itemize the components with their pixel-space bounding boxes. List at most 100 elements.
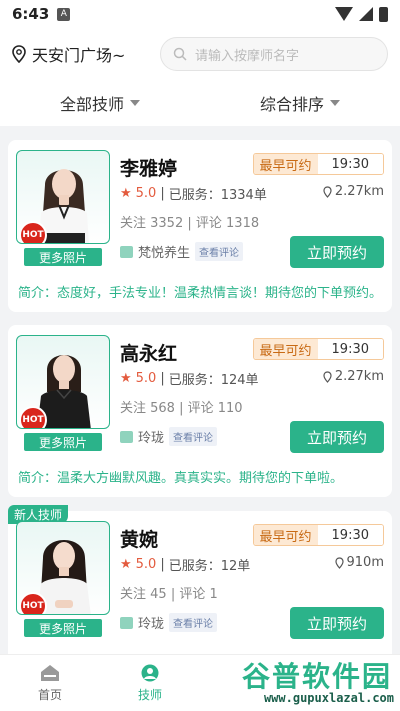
location-selector[interactable]: 天安门广场~ — [12, 42, 125, 66]
signal-icon — [359, 7, 373, 21]
filter-bar: 全部技师 综合排序 — [0, 80, 400, 126]
earliest-label: 最早可约 — [253, 339, 318, 359]
filter-all-technicians[interactable]: 全部技师 — [60, 91, 140, 115]
more-photos-button[interactable]: 更多照片 — [24, 433, 102, 451]
shop-row: 玲珑 查看评论 — [120, 427, 218, 446]
shop-row: 玲珑 查看评论 — [120, 613, 218, 632]
shop-name: 玲珑 — [138, 617, 165, 632]
book-now-button[interactable]: 立即预约 — [290, 607, 384, 639]
shop-row: 梵悦养生 查看评论 — [120, 242, 244, 261]
rating-value: 5.0 — [135, 557, 157, 572]
technician-intro: 简介：态度好，手法专业！温柔热情言谈！期待您的下单预约。 — [18, 286, 383, 301]
hot-badge: HOT — [19, 592, 47, 614]
hot-badge: HOT — [19, 221, 47, 243]
separator: | — [179, 401, 184, 416]
filter-label: 综合排序 — [259, 95, 324, 114]
status-bar: 6:43 A — [0, 0, 400, 28]
earliest-time: 19:30 — [317, 525, 383, 545]
technician-icon — [141, 664, 159, 681]
tab-technicians[interactable]: 技师 — [100, 655, 200, 711]
filter-label: 全部技师 — [59, 95, 124, 114]
watermark-title: 谷普软件园 — [241, 660, 392, 693]
view-reviews-link[interactable]: 查看评论 — [169, 613, 218, 632]
site-watermark: 谷普软件园 www.gupuxlazal.com — [208, 655, 394, 709]
earliest-label: 最早可约 — [253, 525, 318, 545]
rating-row: ★ 5.0 | 已服务：1334单 — [120, 184, 267, 203]
rating-row: ★ 5.0 | 已服务：124单 — [120, 369, 259, 388]
search-icon — [173, 47, 187, 61]
earliest-available: 最早可约 19:30 — [252, 153, 384, 175]
technician-photo[interactable]: HOT — [16, 335, 110, 429]
stats-row: 关注 3352 | 评论 1318 — [120, 212, 259, 231]
home-icon — [41, 664, 59, 681]
view-reviews-link[interactable]: 查看评论 — [169, 427, 218, 446]
battery-icon — [379, 6, 388, 22]
separator: | — [160, 186, 165, 201]
distance: 2.27km — [323, 184, 384, 199]
caret-down-icon — [330, 100, 340, 106]
technician-intro: 简介：温柔大方幽默风趣。真真实实。期待您的下单啦。 — [18, 471, 344, 486]
comment-count: 评论 110 — [187, 401, 243, 416]
technician-card[interactable]: HOT 更多照片 高永红 最早可约 19:30 ★ 5.0 | 已服务：124单… — [8, 325, 392, 497]
rating-row: ★ 5.0 | 已服务：12单 — [120, 555, 250, 574]
filter-sort[interactable]: 综合排序 — [260, 91, 340, 115]
served-count: 已服务：12单 — [168, 559, 251, 574]
distance-value: 910m — [346, 555, 384, 570]
more-photos-button[interactable]: 更多照片 — [24, 619, 102, 637]
comment-count: 评论 1 — [179, 587, 218, 602]
separator: | — [187, 216, 192, 231]
follow-count: 关注 3352 — [120, 216, 184, 231]
star-icon: ★ — [120, 371, 132, 386]
location-pin-icon — [12, 45, 26, 63]
book-now-button[interactable]: 立即预约 — [290, 421, 384, 453]
location-pin-icon — [323, 370, 332, 383]
technician-photo[interactable]: HOT — [16, 521, 110, 615]
search-input[interactable]: 请输入按摩师名字 — [160, 37, 388, 71]
earliest-time: 19:30 — [317, 339, 383, 359]
shop-icon — [120, 430, 133, 443]
technician-photo[interactable]: HOT — [16, 150, 110, 244]
shop-name: 梵悦养生 — [138, 246, 191, 261]
tab-home[interactable]: 首页 — [0, 655, 100, 711]
location-pin-icon — [334, 556, 344, 569]
comment-count: 评论 1318 — [195, 216, 260, 231]
book-now-button[interactable]: 立即预约 — [290, 236, 384, 268]
shop-name: 玲珑 — [138, 431, 165, 446]
distance: 2.27km — [323, 369, 384, 384]
earliest-time: 19:30 — [317, 154, 383, 174]
served-count: 已服务：1334单 — [168, 188, 267, 203]
caret-down-icon — [130, 100, 140, 106]
star-icon: ★ — [120, 186, 132, 201]
follow-count: 关注 568 — [120, 401, 175, 416]
separator: | — [160, 557, 165, 572]
stats-row: 关注 45 | 评论 1 — [120, 583, 218, 602]
separator: | — [170, 587, 176, 602]
stats-row: 关注 568 | 评论 110 — [120, 397, 243, 416]
technician-card[interactable]: HOT 更多照片 李雅婷 最早可约 19:30 ★ 5.0 | 已服务：1334… — [8, 140, 392, 312]
technician-name: 高永红 — [120, 343, 178, 365]
separator: | — [160, 371, 165, 386]
distance: 910m — [334, 555, 384, 570]
distance-value: 2.27km — [334, 369, 384, 384]
top-bar: 天安门广场~ 请输入按摩师名字 — [0, 28, 400, 80]
location-text: 天安门广场~ — [32, 46, 126, 65]
technician-card[interactable]: 新人技师 HOT 更多照片 黄婉 最早可约 19:30 ★ 5.0 | 已服务：… — [8, 505, 392, 654]
earliest-available: 最早可约 19:30 — [252, 338, 384, 360]
view-reviews-link[interactable]: 查看评论 — [195, 242, 244, 261]
hot-badge: HOT — [19, 406, 47, 428]
technician-name: 李雅婷 — [120, 158, 178, 180]
search-placeholder: 请输入按摩师名字 — [195, 48, 300, 64]
watermark-url: www.gupuxlazal.com — [263, 691, 394, 705]
rating-value: 5.0 — [135, 186, 157, 201]
shop-icon — [120, 245, 133, 258]
tab-label: 首页 — [37, 687, 62, 702]
more-photos-button[interactable]: 更多照片 — [24, 248, 102, 266]
notification-icon: A — [57, 7, 71, 21]
star-icon: ★ — [120, 557, 132, 572]
earliest-available: 最早可约 19:30 — [252, 524, 384, 546]
earliest-label: 最早可约 — [253, 154, 318, 174]
shop-icon — [120, 616, 133, 629]
status-time: 6:43 — [12, 5, 50, 23]
rating-value: 5.0 — [135, 371, 157, 386]
location-pin-icon — [323, 185, 332, 198]
